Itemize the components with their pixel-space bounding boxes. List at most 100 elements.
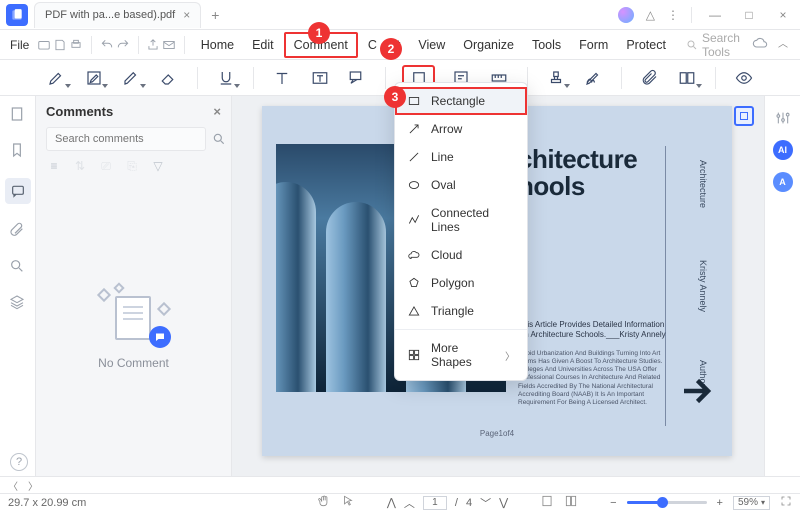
menu-tab-tools[interactable]: Tools bbox=[524, 34, 569, 56]
current-page-input[interactable]: 1 bbox=[423, 496, 447, 510]
text-tool[interactable] bbox=[270, 65, 294, 91]
filter-icon[interactable]: ▽ bbox=[150, 159, 166, 174]
shape-oval[interactable]: Oval bbox=[395, 171, 527, 199]
ai-badge-2[interactable]: A bbox=[773, 172, 793, 192]
attachments-icon[interactable] bbox=[9, 222, 27, 240]
zoom-select[interactable]: 59%▾ bbox=[733, 496, 770, 510]
callout-2: 2 bbox=[380, 38, 402, 60]
bookmarks-icon[interactable] bbox=[9, 142, 27, 160]
undo-icon[interactable] bbox=[100, 34, 114, 56]
search-panel-icon[interactable] bbox=[9, 258, 27, 276]
callout-tool[interactable] bbox=[346, 65, 370, 91]
comment-bubble-icon bbox=[149, 326, 171, 348]
sort-icon[interactable]: ⇅ bbox=[72, 159, 88, 174]
chevron-right-icon: 〉 bbox=[505, 348, 515, 363]
shape-more[interactable]: More Shapes〉 bbox=[395, 334, 527, 376]
menu-tab-hidden-c[interactable]: C bbox=[360, 34, 377, 56]
shape-connected-lines[interactable]: Connected Lines bbox=[395, 199, 527, 241]
kebab-icon[interactable]: ⋮ bbox=[667, 8, 679, 22]
add-tab-button[interactable]: + bbox=[201, 7, 229, 23]
menu-tab-edit[interactable]: Edit bbox=[244, 34, 282, 56]
side-label-author: Kristy Annely bbox=[698, 260, 708, 312]
fit-width-icon[interactable] bbox=[540, 494, 554, 511]
empty-illustration bbox=[99, 286, 169, 346]
cloud-upload-icon[interactable] bbox=[752, 35, 768, 54]
comments-icon[interactable] bbox=[5, 178, 31, 204]
thumbnails-icon[interactable] bbox=[9, 106, 27, 124]
minimize-button[interactable]: — bbox=[704, 8, 726, 22]
collapse-icon[interactable]: ⎘ bbox=[124, 159, 140, 174]
shape-arrow[interactable]: Arrow bbox=[395, 115, 527, 143]
area-highlight-tool[interactable] bbox=[82, 65, 106, 91]
zoom-out-icon[interactable]: − bbox=[610, 497, 616, 509]
last-page-icon[interactable]: ⋁ bbox=[499, 496, 508, 509]
select-object-button[interactable] bbox=[734, 106, 754, 126]
search-tools[interactable]: Search Tools bbox=[676, 31, 750, 59]
search-tools-label: Search Tools bbox=[702, 31, 740, 59]
chevron-up-icon[interactable]: ︿ bbox=[778, 35, 788, 54]
menu-tab-organize[interactable]: Organize bbox=[455, 34, 522, 56]
close-tab-icon[interactable]: × bbox=[183, 8, 190, 22]
close-window-button[interactable]: × bbox=[772, 8, 794, 22]
notify-icon[interactable]: △ bbox=[646, 8, 655, 22]
textbox-tool[interactable] bbox=[308, 65, 332, 91]
eraser-tool[interactable] bbox=[157, 65, 181, 91]
fullscreen-icon[interactable] bbox=[780, 495, 792, 510]
underline-tool[interactable] bbox=[214, 65, 238, 91]
first-page-icon[interactable]: ⋀ bbox=[387, 496, 396, 509]
zoom-slider[interactable] bbox=[627, 501, 707, 504]
menu-tab-home[interactable]: Home bbox=[193, 34, 242, 56]
callout-1: 1 bbox=[308, 22, 330, 44]
footer-bar: 29.7 x 20.99 cm ⋀ ︿ 1 / 4 ﹀ ⋁ − + 59%▾ bbox=[0, 493, 800, 511]
nav-right-icon[interactable]: 〉 bbox=[28, 478, 38, 493]
menu-tab-view[interactable]: View bbox=[410, 34, 453, 56]
ai-badge[interactable]: AI bbox=[773, 140, 793, 160]
next-arrow-icon bbox=[678, 373, 714, 412]
callout-3: 3 bbox=[384, 86, 406, 108]
shape-cloud[interactable]: Cloud bbox=[395, 241, 527, 269]
menu-tab-protect[interactable]: Protect bbox=[618, 34, 674, 56]
stamp-tool[interactable] bbox=[544, 65, 568, 91]
status-bar: 〈 〉 bbox=[0, 476, 800, 494]
email-icon[interactable] bbox=[162, 34, 176, 56]
shape-line[interactable]: Line bbox=[395, 143, 527, 171]
search-comments-input[interactable] bbox=[46, 127, 206, 151]
menu-tab-form[interactable]: Form bbox=[571, 34, 616, 56]
nav-left-icon[interactable]: 〈 bbox=[8, 478, 18, 493]
prev-page-icon[interactable]: ︿ bbox=[404, 495, 415, 511]
sliders-icon[interactable] bbox=[773, 108, 793, 128]
expand-icon[interactable]: ⎚ bbox=[98, 159, 114, 174]
shape-triangle[interactable]: Triangle bbox=[395, 297, 527, 325]
signature-tool[interactable] bbox=[581, 65, 605, 91]
redo-icon[interactable] bbox=[116, 34, 130, 56]
hand-tool-icon[interactable] bbox=[317, 494, 331, 511]
ai-orb-icon[interactable] bbox=[618, 7, 634, 23]
search-icon bbox=[686, 39, 698, 51]
list-view-icon[interactable]: ≡ bbox=[46, 159, 62, 174]
share-icon[interactable] bbox=[146, 34, 160, 56]
search-icon[interactable] bbox=[212, 132, 226, 146]
pencil-tool[interactable] bbox=[119, 65, 143, 91]
save-icon[interactable] bbox=[53, 34, 67, 56]
title-bar: PDF with pa...e based).pdf × + △ ⋮ — □ × bbox=[0, 0, 800, 30]
print-icon[interactable] bbox=[69, 34, 83, 56]
shape-rectangle[interactable]: Rectangle bbox=[395, 87, 527, 115]
open-icon[interactable] bbox=[37, 34, 51, 56]
layers-icon[interactable] bbox=[9, 294, 27, 312]
close-panel-button[interactable]: × bbox=[213, 104, 221, 119]
zoom-in-icon[interactable]: + bbox=[717, 497, 723, 509]
shape-polygon[interactable]: Polygon bbox=[395, 269, 527, 297]
next-page-icon[interactable]: ﹀ bbox=[480, 495, 491, 511]
hide-comments-tool[interactable] bbox=[732, 65, 756, 91]
compare-tool[interactable] bbox=[676, 65, 700, 91]
page-subtext: Rapid Urbanization And Buildings Turning… bbox=[518, 350, 668, 407]
comments-empty-state: No Comment bbox=[36, 180, 231, 476]
help-button[interactable]: ? bbox=[10, 453, 28, 471]
highlighter-tool[interactable] bbox=[44, 65, 68, 91]
document-tab[interactable]: PDF with pa...e based).pdf × bbox=[34, 2, 201, 28]
menu-file[interactable]: File bbox=[4, 38, 35, 52]
select-tool-icon[interactable] bbox=[341, 494, 355, 511]
maximize-button[interactable]: □ bbox=[738, 8, 760, 22]
fit-page-icon[interactable] bbox=[564, 494, 578, 511]
attachment-tool[interactable] bbox=[638, 65, 662, 91]
